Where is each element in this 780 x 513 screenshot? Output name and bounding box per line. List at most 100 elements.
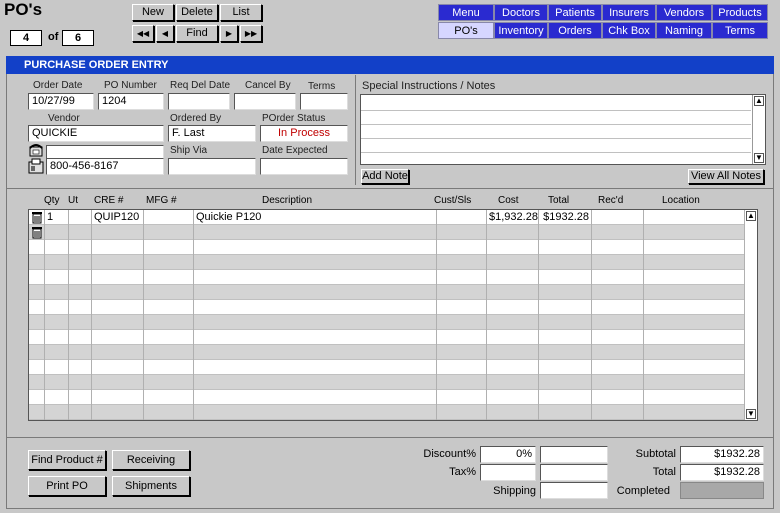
cell-total[interactable] [539,240,592,255]
nav-insurers[interactable]: Insurers [602,4,656,21]
cell-cust[interactable] [437,360,487,375]
cell-mfg[interactable] [144,330,194,345]
cell-qty[interactable] [45,225,69,240]
ship-via-field[interactable] [168,158,256,175]
cell-ut[interactable] [69,285,92,300]
vendor-field[interactable]: QUICKIE [28,125,164,142]
cell-recd[interactable] [592,255,644,270]
cell-ut[interactable] [69,225,92,240]
cell-total[interactable] [539,300,592,315]
cell-recd[interactable] [592,345,644,360]
table-row[interactable] [29,330,745,345]
notes-area[interactable]: ▲ ▼ [360,94,766,165]
find-product-button[interactable]: Find Product # [28,450,106,470]
cell-qty[interactable] [45,240,69,255]
trash-icon[interactable] [29,225,45,240]
cell-total[interactable] [539,225,592,240]
cell-mfg[interactable] [144,345,194,360]
trash-icon[interactable] [29,210,45,225]
cell-total[interactable]: $1932.28 [539,210,592,225]
cell-ut[interactable] [69,240,92,255]
cell-qty[interactable] [45,285,69,300]
order-date-field[interactable]: 10/27/99 [28,93,94,110]
cell-total[interactable] [539,405,592,420]
notes-scrollbar[interactable]: ▲ ▼ [752,95,765,164]
cell-total[interactable] [539,360,592,375]
table-row[interactable] [29,255,745,270]
cell-loc[interactable] [644,255,745,270]
cell-cre[interactable] [92,225,144,240]
table-row[interactable] [29,285,745,300]
cell-mfg[interactable] [144,300,194,315]
nav-inventory[interactable]: Inventory [494,22,548,39]
record-current[interactable]: 4 [10,30,42,46]
cell-desc[interactable] [194,405,437,420]
cell-cust[interactable] [437,330,487,345]
cell-recd[interactable] [592,225,644,240]
cell-ut[interactable] [69,390,92,405]
cell-cre[interactable] [92,240,144,255]
nav-terms[interactable]: Terms [712,22,768,39]
table-row[interactable] [29,300,745,315]
cell-cre[interactable] [92,405,144,420]
cell-cre[interactable] [92,285,144,300]
cell-cust[interactable] [437,405,487,420]
cell-recd[interactable] [592,210,644,225]
cell-ut[interactable] [69,255,92,270]
nav-naming[interactable]: Naming [656,22,712,39]
cell-recd[interactable] [592,285,644,300]
scroll-up-icon[interactable]: ▲ [746,211,756,221]
cell-cost[interactable] [487,405,539,420]
new-button[interactable]: New [132,4,174,21]
cell-ut[interactable] [69,360,92,375]
table-row[interactable] [29,375,745,390]
cell-cost[interactable] [487,330,539,345]
cell-recd[interactable] [592,300,644,315]
cell-recd[interactable] [592,240,644,255]
cell-ut[interactable] [69,345,92,360]
cell-mfg[interactable] [144,315,194,330]
scroll-down-icon[interactable]: ▼ [746,409,756,419]
nav-doctors[interactable]: Doctors [494,4,548,21]
cell-cost[interactable] [487,225,539,240]
cell-loc[interactable] [644,225,745,240]
cell-cre[interactable] [92,255,144,270]
cell-mfg[interactable] [144,225,194,240]
cell-loc[interactable] [644,270,745,285]
cell-cust[interactable] [437,285,487,300]
receiving-button[interactable]: Receiving [112,450,190,470]
cell-total[interactable] [539,270,592,285]
completed-field[interactable] [680,482,764,499]
cell-total[interactable] [539,315,592,330]
cell-cust[interactable] [437,240,487,255]
cell-mfg[interactable] [144,270,194,285]
print-po-button[interactable]: Print PO [28,476,106,496]
cell-mfg[interactable] [144,240,194,255]
cell-total[interactable] [539,330,592,345]
shipments-button[interactable]: Shipments [112,476,190,496]
cell-cust[interactable] [437,390,487,405]
cell-cust[interactable] [437,300,487,315]
discount-field[interactable]: 0% [480,446,536,463]
nav-patients[interactable]: Patients [548,4,602,21]
cell-qty[interactable] [45,255,69,270]
tax-amount-field[interactable] [540,464,608,481]
terms-field[interactable] [300,93,348,110]
cell-cust[interactable] [437,210,487,225]
cell-cost[interactable] [487,360,539,375]
shipping-field[interactable] [540,482,608,499]
cell-loc[interactable] [644,330,745,345]
prev-record-button[interactable]: ◀ [156,25,174,42]
cell-qty[interactable] [45,360,69,375]
cell-cost[interactable] [487,270,539,285]
cell-qty[interactable] [45,390,69,405]
cell-desc[interactable] [194,360,437,375]
cell-cre[interactable]: QUIP120 [92,210,144,225]
cell-ut[interactable] [69,330,92,345]
cell-cre[interactable] [92,300,144,315]
cell-cost[interactable] [487,300,539,315]
cell-qty[interactable] [45,300,69,315]
fax-field[interactable]: 800-456-8167 [46,158,164,175]
cell-qty[interactable] [45,330,69,345]
cell-cust[interactable] [437,255,487,270]
